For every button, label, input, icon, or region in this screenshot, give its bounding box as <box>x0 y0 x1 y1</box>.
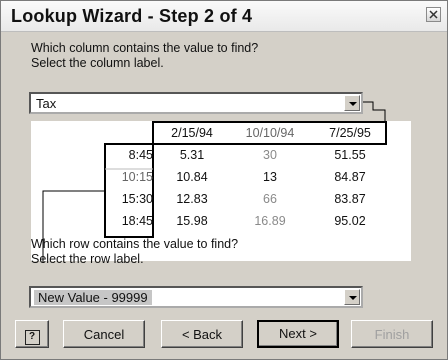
table-cell: 84.87 <box>334 170 366 184</box>
table-cell: 15.98 <box>176 214 208 228</box>
help-button[interactable]: ? <box>15 320 49 348</box>
table-cell: 12.83 <box>176 192 208 206</box>
column-header-3: 7/25/95 <box>329 126 371 140</box>
table-cell: 66 <box>263 192 277 206</box>
table-cell: 95.02 <box>334 214 366 228</box>
table-cell: 10.84 <box>176 170 208 184</box>
row-question-line2: Select the row label. <box>31 252 144 266</box>
table-cell: 13 <box>263 170 277 184</box>
column-header-2: 10/10/94 <box>245 126 295 140</box>
row-label-2: 10:15 <box>121 170 153 184</box>
column-connector-line <box>363 101 386 122</box>
help-icon: ? <box>24 330 40 345</box>
table-cell: 30 <box>263 148 277 162</box>
cancel-button[interactable]: Cancel <box>63 320 145 348</box>
row-label-3: 15:30 <box>121 192 153 206</box>
row-select-value: New Value - 99999 <box>34 290 152 305</box>
next-button[interactable]: Next > <box>257 320 339 348</box>
row-label-1: 8:45 <box>128 148 153 162</box>
table-cell: 51.55 <box>334 148 366 162</box>
table-cell: 83.87 <box>334 192 366 206</box>
row-dropdown-arrow-icon[interactable] <box>344 289 360 305</box>
lookup-wizard-dialog: Lookup Wizard - Step 2 of 4 Which column… <box>0 0 448 360</box>
finish-button[interactable]: Finish <box>351 320 433 348</box>
row-label-4: 18:45 <box>121 214 153 228</box>
column-header-1: 2/15/94 <box>171 126 213 140</box>
table-cell: 5.31 <box>179 148 205 162</box>
back-button[interactable]: < Back <box>161 320 243 348</box>
row-question-line1: Which row contains the value to find? <box>31 237 239 251</box>
row-select[interactable]: New Value - 99999 <box>29 286 363 308</box>
table-cell: 16.89 <box>254 214 286 228</box>
